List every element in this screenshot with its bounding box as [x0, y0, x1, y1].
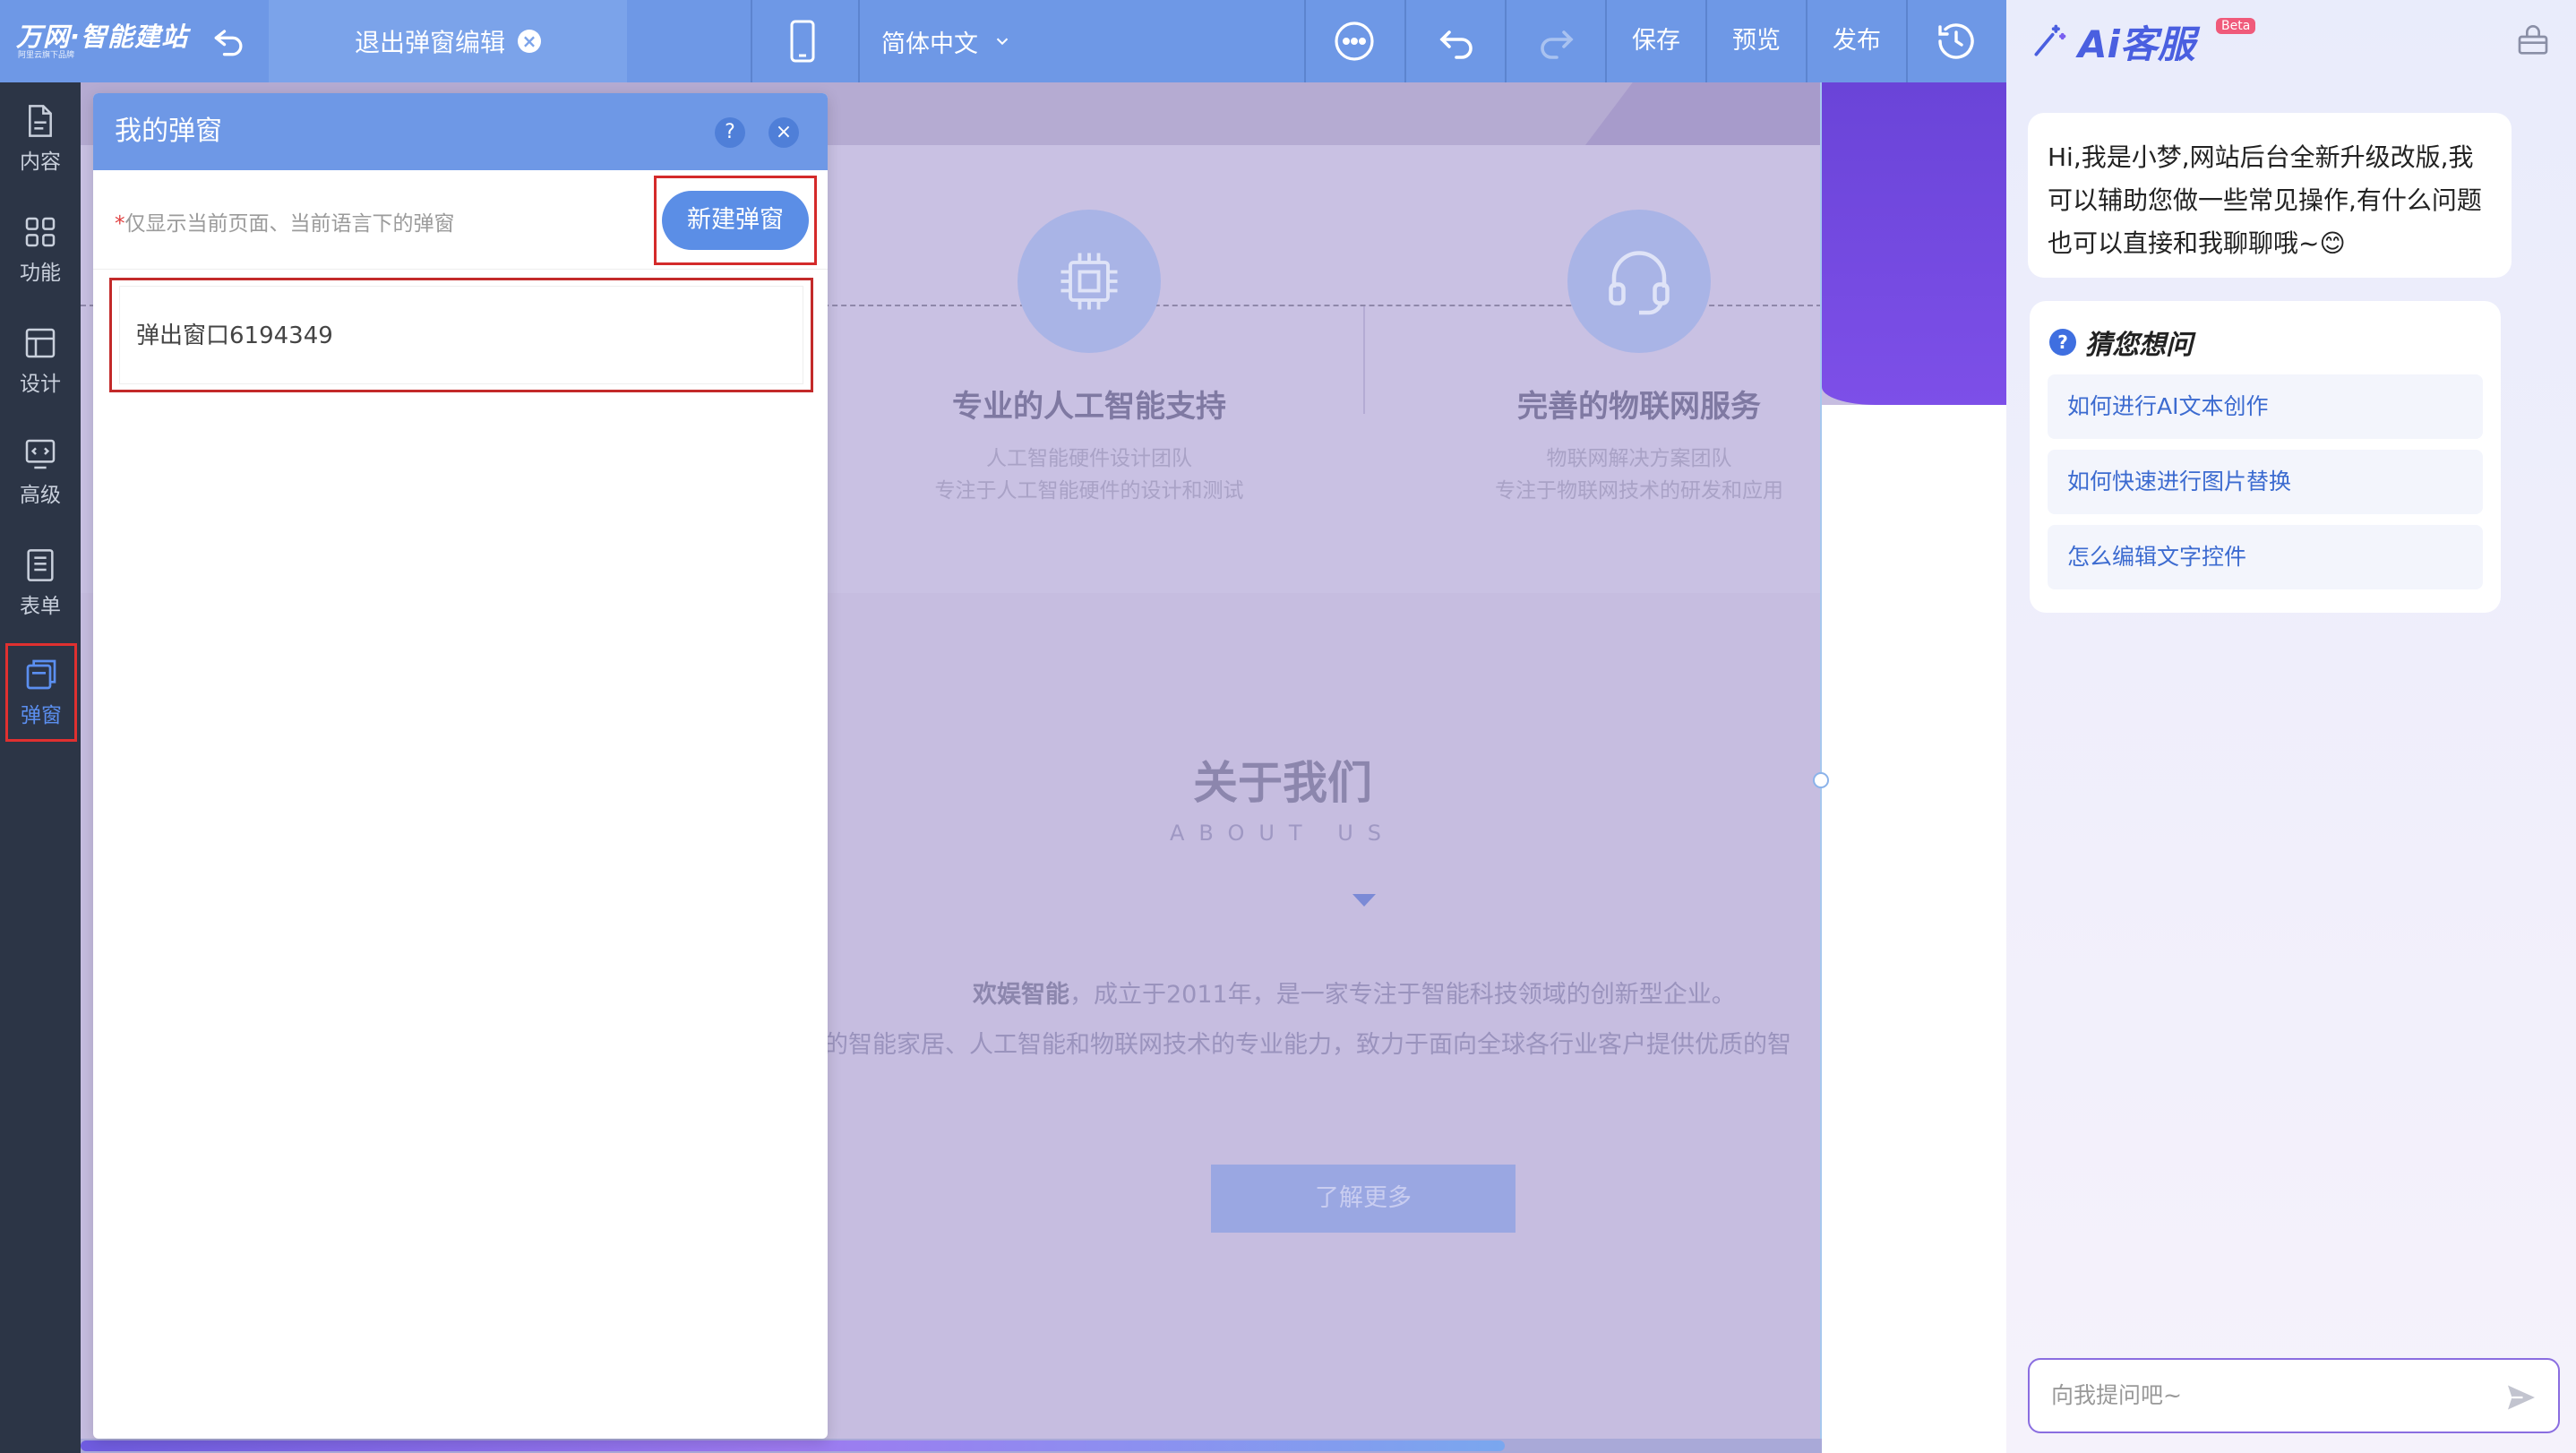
- question-icon: ?: [2049, 329, 2076, 356]
- filter-note-text: 仅显示当前页面、当前语言下的弹窗: [125, 212, 455, 236]
- my-popups-panel: 我的弹窗 ? × *仅显示当前页面、当前语言下的弹窗 新建弹窗 弹出窗口6194…: [93, 93, 828, 1439]
- toolbox-icon[interactable]: [2515, 23, 2551, 59]
- card-divider: [1363, 306, 1365, 414]
- publish-button[interactable]: 发布: [1833, 0, 1881, 82]
- filter-note: *仅显示当前页面、当前语言下的弹窗: [115, 206, 455, 236]
- sidebar-item-function[interactable]: 功能: [0, 201, 81, 299]
- close-circle-icon: ×: [518, 30, 541, 53]
- learn-more-button[interactable]: 了解更多: [1211, 1165, 1516, 1233]
- panel-header: 我的弹窗 ? ×: [93, 93, 828, 170]
- beta-badge: Beta: [2216, 18, 2256, 34]
- sidebar-item-design[interactable]: 设计: [0, 312, 81, 410]
- redo-icon[interactable]: [1535, 20, 1578, 63]
- send-icon[interactable]: [2504, 1381, 2538, 1414]
- popup-item-highlight: 弹出窗口6194349: [109, 278, 813, 392]
- about-title: 关于我们: [1193, 757, 1372, 809]
- toolbar-divider: [751, 0, 752, 82]
- panel-title: 我的弹窗: [115, 116, 222, 147]
- code-monitor-icon: [25, 439, 56, 469]
- toolbar-divider: [1605, 0, 1607, 82]
- sidebar-item-advanced[interactable]: 高级: [0, 423, 81, 521]
- new-popup-highlight: 新建弹窗: [654, 176, 817, 265]
- divider: [93, 269, 828, 270]
- canvas-edge: [1820, 82, 1822, 1444]
- top-toolbar: 万网·智能建站 阿里云旗下品牌 退出弹窗编辑 × 简体中文 保存 预览 发布: [0, 0, 2006, 82]
- logo-area: 万网·智能建站 阿里云旗下品牌: [0, 0, 269, 82]
- chat-input-placeholder: 向我提问吧~: [2051, 1382, 2182, 1408]
- popup-list-item[interactable]: 弹出窗口6194349: [119, 286, 803, 384]
- card-desc: 物联网解决方案团队: [1546, 447, 1732, 470]
- sidebar-item-label: 功能: [20, 262, 61, 285]
- card-desc: 专注于人工智能硬件的设计和测试: [934, 479, 1244, 503]
- undo-icon[interactable]: [1435, 20, 1478, 63]
- chat-input[interactable]: 向我提问吧~: [2028, 1358, 2560, 1433]
- chevron-down-icon: [996, 38, 1009, 46]
- grid-icon: [25, 217, 56, 247]
- suggestions-card: ? 猜您想问 如何进行AI文本创作 如何快速进行图片替换 怎么编辑文字控件: [2030, 301, 2501, 613]
- suggestion-item[interactable]: 怎么编辑文字控件: [2048, 525, 2483, 589]
- undo-back-icon[interactable]: [210, 21, 249, 61]
- triangle-down-icon: [1352, 894, 1376, 907]
- preview-button[interactable]: 预览: [1732, 0, 1781, 82]
- popup-icon: [26, 659, 56, 690]
- ai-logo: Ai客服: [2030, 16, 2195, 66]
- chip-icon: [1018, 210, 1161, 353]
- exit-popup-edit-button[interactable]: 退出弹窗编辑 ×: [269, 0, 627, 82]
- form-list-icon: [27, 549, 54, 581]
- sidebar-item-content[interactable]: 内容: [0, 90, 81, 188]
- about-paragraph: 欢娱智能，成立于2011年，是一家专注于智能科技领域的创新型企业。: [973, 975, 1736, 1010]
- more-options-icon[interactable]: [1333, 20, 1376, 63]
- sidebar-item-label: 设计: [20, 373, 61, 396]
- toolbar-divider: [1806, 0, 1807, 82]
- horizontal-scrollbar[interactable]: [81, 1440, 1505, 1451]
- about-subtitle: ABOUT US: [1169, 821, 1395, 846]
- required-star: *: [115, 212, 125, 236]
- headset-icon: [1567, 210, 1711, 353]
- sidebar-item-popup[interactable]: 弹窗: [5, 643, 77, 742]
- about-paragraph: 的智能家居、人工智能和物联网技术的专业能力，致力于面向全球各行业客户提供优质的智: [824, 1031, 1791, 1059]
- save-button[interactable]: 保存: [1632, 0, 1680, 82]
- suggestions-header: ? 猜您想问: [2049, 322, 2193, 362]
- help-icon[interactable]: ?: [715, 117, 745, 148]
- greeting-message: Hi,我是小梦,网站后台全新升级改版,我可以辅助您做一些常见操作,有什么问题也可…: [2028, 113, 2512, 278]
- ai-title: Ai客服: [2078, 21, 2195, 66]
- ai-assistant-panel: Ai客服 Beta Hi,我是小梦,网站后台全新升级改版,我可以辅助您做一些常见…: [2006, 0, 2576, 1453]
- language-select[interactable]: 简体中文: [881, 0, 1012, 82]
- magic-wand-icon: [2034, 24, 2066, 56]
- card-desc: 人工智能硬件设计团队: [986, 447, 1192, 470]
- sidebar-item-label: 高级: [20, 484, 61, 507]
- toolbar-divider: [1505, 0, 1507, 82]
- suggestion-item[interactable]: 如何快速进行图片替换: [2048, 450, 2483, 514]
- toolbar-divider: [1906, 0, 1908, 82]
- suggestion-item[interactable]: 如何进行AI文本创作: [2048, 374, 2483, 439]
- new-popup-button[interactable]: 新建弹窗: [662, 191, 809, 250]
- close-icon[interactable]: ×: [769, 117, 799, 148]
- left-sidebar: 内容 功能 设计 高级 表单 弹窗: [0, 82, 81, 1453]
- sidebar-item-label: 内容: [20, 150, 61, 174]
- card-title: 专业的人工智能支持: [952, 389, 1226, 425]
- resize-handle[interactable]: [1813, 772, 1829, 788]
- language-value: 简体中文: [881, 30, 978, 58]
- logo-subtitle: 阿里云旗下品牌: [18, 51, 75, 60]
- toolbar-divider: [1404, 0, 1406, 82]
- company-name: 欢娱智能: [973, 981, 1069, 1009]
- canvas-right-area: [1822, 405, 2006, 1453]
- mobile-preview-icon[interactable]: [785, 20, 820, 63]
- sidebar-item-label: 表单: [20, 595, 61, 618]
- toolbar-divider: [1705, 0, 1707, 82]
- toolbar-divider: [1304, 0, 1306, 82]
- purple-banner: [1822, 82, 2006, 405]
- layout-icon: [25, 328, 56, 358]
- history-icon[interactable]: [1935, 20, 1978, 63]
- card-desc: 专注于物联网技术的研发和应用: [1495, 479, 1783, 503]
- about-paragraph-text: ，成立于2011年，是一家专注于智能科技领域的创新型企业。: [1069, 981, 1736, 1009]
- popup-item-label: 弹出窗口6194349: [136, 322, 333, 349]
- sidebar-item-form[interactable]: 表单: [0, 534, 81, 632]
- document-icon: [29, 105, 52, 137]
- suggestions-title: 猜您想问: [2085, 330, 2193, 361]
- toolbar-divider: [858, 0, 860, 82]
- card-title: 完善的物联网服务: [1517, 389, 1761, 425]
- exit-popup-edit-label: 退出弹窗编辑: [354, 28, 505, 57]
- sidebar-item-label: 弹窗: [21, 704, 62, 727]
